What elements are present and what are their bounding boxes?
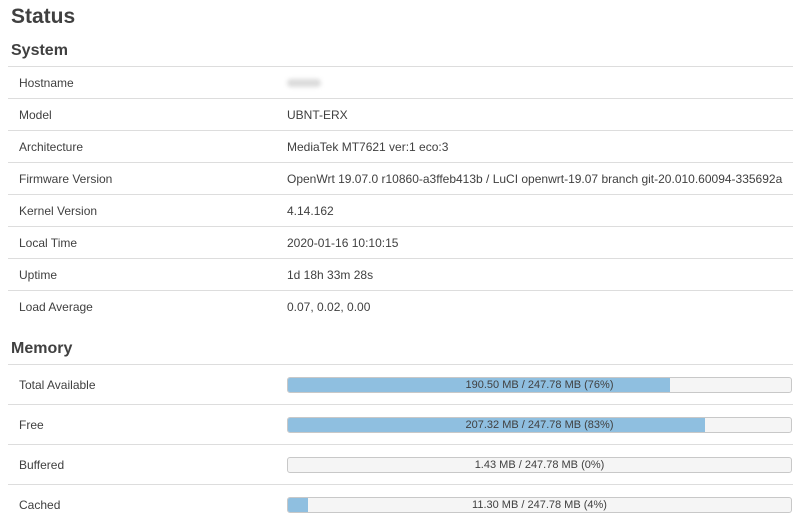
row-value: 11.30 MB / 247.78 MB (4%)	[276, 485, 793, 524]
row-value: 1d 18h 33m 28s	[276, 259, 793, 291]
row-key: Model	[8, 99, 276, 131]
row-value: 4.14.162	[276, 195, 793, 227]
row-value: OpenWrt 19.07.0 r10860-a3ffeb413b / LuCI…	[276, 163, 793, 195]
system-table: Hostname Model UBNT-ERX Architecture Med…	[8, 66, 793, 322]
progress-label: 1.43 MB / 247.78 MB (0%)	[288, 458, 791, 472]
row-key: Kernel Version	[8, 195, 276, 227]
memory-progress-bar: 1.43 MB / 247.78 MB (0%)	[287, 457, 792, 473]
progress-label: 207.32 MB / 247.78 MB (83%)	[288, 418, 791, 432]
progress-label: 11.30 MB / 247.78 MB (4%)	[288, 498, 791, 512]
row-key: Buffered	[8, 445, 276, 485]
page-title: Status	[11, 5, 75, 29]
memory-row-free: Free 207.32 MB / 247.78 MB (83%)	[8, 405, 793, 445]
status-page: Status System Hostname Model UBNT-ERX Ar…	[0, 0, 800, 519]
row-value: 1.43 MB / 247.78 MB (0%)	[276, 445, 793, 485]
system-row-load-average: Load Average 0.07, 0.02, 0.00	[8, 291, 793, 323]
row-value: 2020-01-16 10:10:15	[276, 227, 793, 259]
row-value: 190.50 MB / 247.78 MB (76%)	[276, 365, 793, 405]
row-key: Free	[8, 405, 276, 445]
memory-progress-bar: 207.32 MB / 247.78 MB (83%)	[287, 417, 792, 433]
memory-section-title: Memory	[11, 340, 72, 358]
memory-table: Total Available 190.50 MB / 247.78 MB (7…	[8, 364, 793, 524]
system-row-kernel: Kernel Version 4.14.162	[8, 195, 793, 227]
system-section-title: System	[11, 42, 68, 60]
row-value: MediaTek MT7621 ver:1 eco:3	[276, 131, 793, 163]
row-value: UBNT-ERX	[276, 99, 793, 131]
row-key: Firmware Version	[8, 163, 276, 195]
redacted-hostname	[287, 79, 321, 87]
system-row-local-time: Local Time 2020-01-16 10:10:15	[8, 227, 793, 259]
memory-progress-bar: 11.30 MB / 247.78 MB (4%)	[287, 497, 792, 513]
system-row-firmware: Firmware Version OpenWrt 19.07.0 r10860-…	[8, 163, 793, 195]
memory-progress-bar: 190.50 MB / 247.78 MB (76%)	[287, 377, 792, 393]
row-value: 207.32 MB / 247.78 MB (83%)	[276, 405, 793, 445]
row-key: Local Time	[8, 227, 276, 259]
row-value	[276, 67, 793, 99]
row-key: Hostname	[8, 67, 276, 99]
row-key: Uptime	[8, 259, 276, 291]
system-row-model: Model UBNT-ERX	[8, 99, 793, 131]
row-key: Cached	[8, 485, 276, 524]
row-key: Architecture	[8, 131, 276, 163]
progress-label: 190.50 MB / 247.78 MB (76%)	[288, 378, 791, 392]
system-row-uptime: Uptime 1d 18h 33m 28s	[8, 259, 793, 291]
system-row-hostname: Hostname	[8, 67, 793, 99]
memory-row-cached: Cached 11.30 MB / 247.78 MB (4%)	[8, 485, 793, 524]
system-row-architecture: Architecture MediaTek MT7621 ver:1 eco:3	[8, 131, 793, 163]
row-value: 0.07, 0.02, 0.00	[276, 291, 793, 323]
memory-row-total-available: Total Available 190.50 MB / 247.78 MB (7…	[8, 365, 793, 405]
row-key: Load Average	[8, 291, 276, 323]
memory-row-buffered: Buffered 1.43 MB / 247.78 MB (0%)	[8, 445, 793, 485]
row-key: Total Available	[8, 365, 276, 405]
